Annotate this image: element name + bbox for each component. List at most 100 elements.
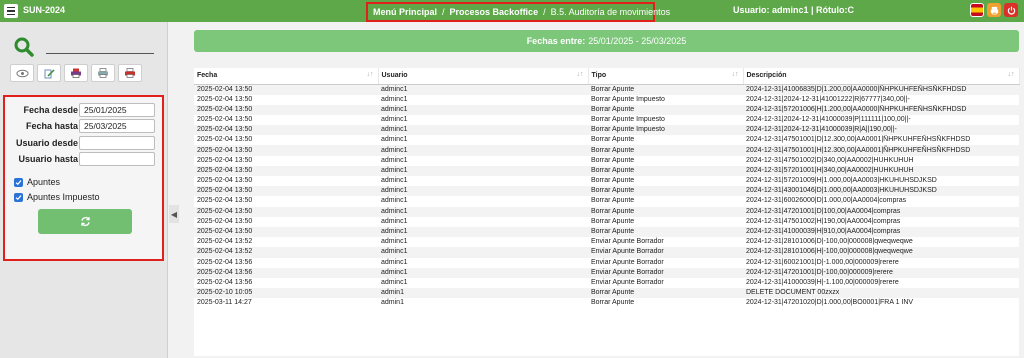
table-row[interactable]: 2025-02-04 13:50 adminc1 Borrar Apunte Imp… bbox=[194, 114, 1019, 126]
apuntes-checkbox-row[interactable]: Apuntes bbox=[14, 177, 60, 187]
cell-descripcion: 2024-12-31|57201009|H|1.000,00|AA0003|HK… bbox=[743, 176, 1019, 187]
print-icon[interactable] bbox=[987, 3, 1001, 17]
breadcrumb: Menú Principal / Procesos Backoffice / B… bbox=[366, 2, 670, 22]
table-row[interactable]: 2025-02-04 13:52 adminc1 Enviar Apunte Bor… bbox=[194, 237, 1019, 248]
eye-icon[interactable] bbox=[10, 64, 34, 82]
cell-fecha: 2025-02-04 13:50 bbox=[194, 84, 378, 95]
cell-descripcion: 2024-12-31|57201001|H|340,00|AA0002|HUHK… bbox=[743, 165, 1019, 176]
cell-tipo: Borrar Apunte bbox=[588, 165, 743, 176]
cell-fecha: 2025-02-04 13:50 bbox=[194, 135, 378, 146]
usuario-desde-field[interactable] bbox=[79, 136, 155, 150]
table-row[interactable]: 2025-02-04 13:50 adminc1 Borrar Apunte 2024… bbox=[194, 155, 1019, 166]
table-row[interactable]: 2025-02-04 13:50 adminc1 Borrar Apunte 2024… bbox=[194, 206, 1019, 217]
sort-icon: ↓↑ bbox=[576, 71, 584, 78]
usuario-desde-label: Usuario desde bbox=[15, 138, 78, 148]
cell-tipo: Borrar Apunte bbox=[588, 186, 743, 197]
cell-usuario: adminc1 bbox=[378, 216, 588, 227]
table-row[interactable]: 2025-02-04 13:50 adminc1 Borrar Apunte 2024… bbox=[194, 165, 1019, 176]
sort-icon: ↓↑ bbox=[366, 71, 374, 78]
table-row[interactable]: 2025-02-04 13:50 adminc1 Borrar Apunte 2024… bbox=[194, 196, 1019, 207]
cell-fecha: 2025-02-04 13:50 bbox=[194, 155, 378, 166]
pdf-print-icon[interactable] bbox=[118, 64, 142, 82]
apuntes-impuesto-label: Apuntes Impuesto bbox=[27, 192, 100, 202]
cell-usuario: adminc1 bbox=[378, 94, 588, 105]
table-row[interactable]: 2025-02-04 13:50 adminc1 Borrar Apunte Imp… bbox=[194, 125, 1019, 136]
refresh-button[interactable] bbox=[38, 209, 132, 234]
cell-usuario: adminc1 bbox=[378, 176, 588, 187]
fecha-desde-field[interactable]: 25/01/2025 bbox=[79, 103, 155, 117]
table-row[interactable]: 2025-02-04 13:50 adminc1 Borrar Apunte 2024… bbox=[194, 135, 1019, 146]
cell-descripcion: 2024-12-31|41006835|D|1.200,00|AA0000|ÑH… bbox=[743, 84, 1019, 95]
sort-icon: ↓↑ bbox=[731, 71, 739, 78]
cell-fecha: 2025-02-04 13:50 bbox=[194, 114, 378, 126]
cell-usuario: adminc1 bbox=[378, 206, 588, 217]
table-row[interactable]: 2025-02-04 13:50 adminc1 Borrar Apunte 2024… bbox=[194, 176, 1019, 187]
cell-usuario: adminc1 bbox=[378, 104, 588, 115]
cell-usuario: adminc1 bbox=[378, 196, 588, 207]
cell-descripcion: 2024-12-31|60026000|D|1.000,00|AA0004|co… bbox=[743, 196, 1019, 207]
cell-descripcion: 2024-12-31|60021001|D|-1.000,00|000009|r… bbox=[743, 257, 1019, 268]
table-row[interactable]: 2025-02-04 13:56 adminc1 Enviar Apunte Bor… bbox=[194, 267, 1019, 278]
cell-descripcion: 2024-12-31|2024-12-31|41000039|P|111111|… bbox=[743, 114, 1019, 126]
user-info: Usuario: adminc1 | Rótulo:C bbox=[733, 5, 855, 15]
power-icon[interactable] bbox=[1004, 3, 1018, 17]
table-row[interactable]: 2025-02-10 10:05 admin1 Borrar Apunte DELET… bbox=[194, 288, 1019, 299]
filter-usuario-hasta: Usuario hasta bbox=[5, 152, 162, 166]
table-row[interactable]: 2025-03-11 14:27 admin1 Borrar Apunte 2024-… bbox=[194, 298, 1019, 309]
table-row[interactable]: 2025-02-04 13:50 adminc1 Borrar Apunte 2024… bbox=[194, 145, 1019, 156]
date-range-label: Fechas entre: bbox=[526, 36, 586, 46]
cell-tipo: Borrar Apunte bbox=[588, 206, 743, 217]
breadcrumb-item-current: B.5. Auditoría de movimientos bbox=[550, 7, 671, 17]
cell-descripcion: 2024-12-31|2024-12-31|41000039|R|A||190,… bbox=[743, 125, 1019, 136]
date-range-banner: Fechas entre: 25/01/2025 - 25/03/2025 bbox=[194, 30, 1019, 52]
cell-descripcion: 2024-12-31|57201006|H|1.200,00|AA0000|ÑH… bbox=[743, 104, 1019, 115]
table-row[interactable]: 2025-02-04 13:50 adminc1 Borrar Apunte 2024… bbox=[194, 226, 1019, 238]
cell-tipo: Borrar Apunte bbox=[588, 176, 743, 187]
cell-fecha: 2025-02-04 13:50 bbox=[194, 206, 378, 217]
chevron-left-icon[interactable]: ◀ bbox=[169, 205, 179, 223]
date-range-value: 25/01/2025 - 25/03/2025 bbox=[588, 36, 687, 46]
usuario-hasta-field[interactable] bbox=[79, 152, 155, 166]
edit-document-icon[interactable] bbox=[37, 64, 61, 82]
breadcrumb-item-procesos-backoffice[interactable]: Procesos Backoffice bbox=[450, 7, 539, 17]
table-row[interactable]: 2025-02-04 13:50 adminc1 Borrar Apunte 2024… bbox=[194, 186, 1019, 197]
cell-fecha: 2025-02-04 13:50 bbox=[194, 145, 378, 156]
table-row[interactable]: 2025-02-04 13:50 adminc1 Borrar Apunte 2024… bbox=[194, 104, 1019, 115]
apuntes-checkbox[interactable] bbox=[14, 177, 23, 187]
cell-descripcion: 2024-12-31|28101006|D|-100,00|000008|qwe… bbox=[743, 237, 1019, 248]
table-row[interactable]: 2025-02-04 13:56 adminc1 Enviar Apunte Bor… bbox=[194, 277, 1019, 289]
fecha-desde-label: Fecha desde bbox=[23, 105, 78, 115]
table-row[interactable]: 2025-02-04 13:52 adminc1 Enviar Apunte Bor… bbox=[194, 247, 1019, 258]
filter-panel: Fecha desde 25/01/2025 Fecha hasta 25/03… bbox=[3, 95, 164, 261]
cell-fecha: 2025-02-04 13:52 bbox=[194, 237, 378, 248]
printer-alt-icon[interactable] bbox=[91, 64, 115, 82]
print-icon[interactable] bbox=[64, 64, 88, 82]
column-header-descripcion[interactable]: Descripción ↓↑ bbox=[743, 68, 1020, 85]
table-row[interactable]: 2025-02-04 13:50 adminc1 Borrar Apunte Imp… bbox=[194, 94, 1019, 105]
apuntes-impuesto-checkbox-row[interactable]: Apuntes Impuesto bbox=[14, 192, 100, 202]
cell-usuario: adminc1 bbox=[378, 226, 588, 238]
cell-descripcion: 2024-12-31|47201020|D|1.000,00|BO0001|FR… bbox=[743, 298, 1019, 309]
cell-usuario: adminc1 bbox=[378, 237, 588, 248]
cell-descripcion: 2024-12-31|47201001|D|-100,00|000009|rer… bbox=[743, 267, 1019, 278]
column-header-tipo[interactable]: Tipo ↓↑ bbox=[588, 68, 744, 85]
table-row[interactable]: 2025-02-04 13:50 adminc1 Borrar Apunte 2024… bbox=[194, 84, 1019, 95]
column-header-usuario[interactable]: Usuario ↓↑ bbox=[378, 68, 589, 85]
cell-tipo: Borrar Apunte Impuesto bbox=[588, 94, 743, 105]
cell-usuario: adminc1 bbox=[378, 135, 588, 146]
cell-descripcion: 2024-12-31|47501002|D|340,00|AA0002|HUHK… bbox=[743, 155, 1019, 166]
breadcrumb-item-menu-principal[interactable]: Menú Principal bbox=[373, 7, 437, 17]
hamburger-menu-icon[interactable] bbox=[4, 4, 18, 18]
cell-tipo: Enviar Apunte Borrador bbox=[588, 257, 743, 268]
spain-flag-icon[interactable] bbox=[970, 3, 984, 17]
table-row[interactable]: 2025-02-04 13:56 adminc1 Enviar Apunte Bor… bbox=[194, 257, 1019, 268]
table-row[interactable]: 2025-02-04 13:50 adminc1 Borrar Apunte 2024… bbox=[194, 216, 1019, 227]
cell-fecha: 2025-02-04 13:50 bbox=[194, 186, 378, 197]
cell-tipo: Borrar Apunte Impuesto bbox=[588, 125, 743, 136]
column-header-fecha[interactable]: Fecha ↓↑ bbox=[194, 68, 379, 85]
search-icon[interactable] bbox=[14, 37, 34, 57]
fecha-hasta-field[interactable]: 25/03/2025 bbox=[79, 119, 155, 133]
search-input[interactable] bbox=[46, 53, 154, 54]
apuntes-impuesto-checkbox[interactable] bbox=[14, 192, 23, 202]
refresh-icon bbox=[80, 217, 90, 226]
